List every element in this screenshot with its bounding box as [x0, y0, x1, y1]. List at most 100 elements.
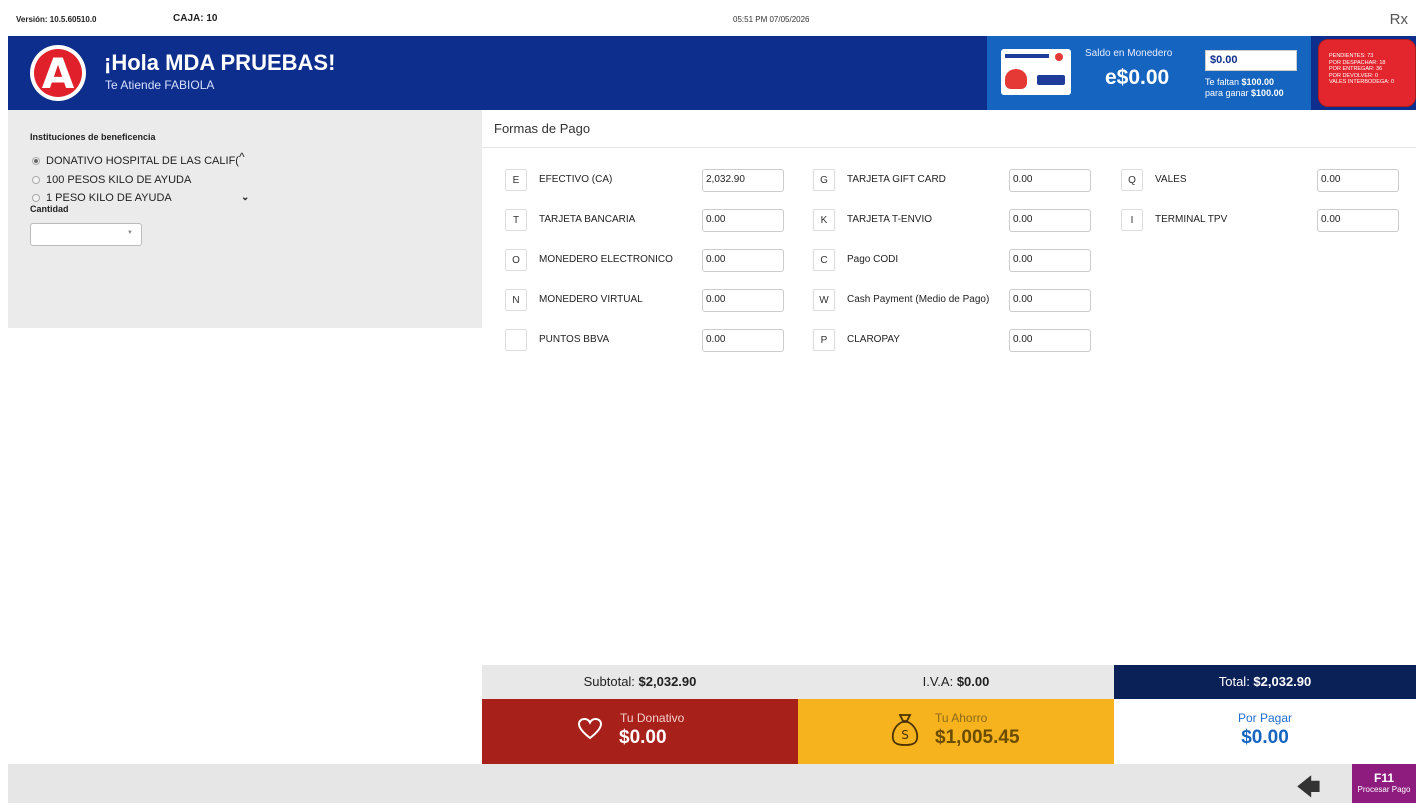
donativo-label: Tu Donativo	[620, 711, 685, 725]
payment-amount-input[interactable]: 0.00	[1009, 169, 1091, 192]
monedero-card-icon	[1001, 49, 1071, 95]
footer-bar: 🡄 F11 Procesar Pago	[8, 764, 1416, 803]
shortcut-key[interactable]: C	[813, 249, 835, 271]
shortcut-key[interactable]: N	[505, 289, 527, 311]
f11-key-label: F11	[1373, 771, 1394, 785]
saldo-value: e$0.00	[1105, 66, 1170, 89]
ahorro-label: Tu Ahorro	[935, 711, 988, 725]
saldo-label: Saldo en Monedero	[1085, 48, 1173, 59]
heart-icon	[577, 717, 603, 740]
beneficencia-option[interactable]: 1 PESO KILO DE AYUDA	[32, 192, 172, 204]
payment-method-row: PUNTOS BBVA 0.00	[505, 329, 785, 353]
payment-amount-input[interactable]: 0.00	[1009, 289, 1091, 312]
payment-method-label: MONEDERO ELECTRONICO	[539, 254, 673, 265]
dropdown-arrow-icon: ▼	[127, 230, 133, 236]
por-pagar-block: Por Pagar $0.00	[1114, 699, 1416, 764]
payment-method-label: TARJETA GIFT CARD	[847, 174, 946, 185]
payment-amount-input[interactable]: 0.00	[702, 329, 784, 352]
payment-method-label: TERMINAL TPV	[1155, 214, 1228, 225]
payment-method-label: Pago CODI	[847, 254, 899, 265]
shortcut-key[interactable]: T	[505, 209, 527, 231]
shortcut-key[interactable]: E	[505, 169, 527, 191]
payment-method-row: C Pago CODI 0.00	[813, 249, 1093, 273]
shortcut-key[interactable]: G	[813, 169, 835, 191]
beneficencia-option[interactable]: DONATIVO HOSPITAL DE LAS CALIF(	[32, 155, 239, 167]
payment-method-label: CLAROPAY	[847, 334, 900, 345]
svg-text:S: S	[901, 728, 909, 742]
monedero-panel: Saldo en Monedero e$0.00 $0.00 Te faltan…	[987, 36, 1311, 110]
brand-logo: A	[30, 45, 86, 101]
ahorro-block: S Tu Ahorro $1,005.45	[798, 699, 1114, 764]
left-empty-area	[8, 328, 482, 764]
faltan-message: Te faltan $100.00 para ganar $100.00	[1205, 77, 1284, 98]
payment-method-label: TARJETA BANCARIA	[539, 214, 636, 225]
shortcut-key[interactable]	[505, 329, 527, 351]
back-arrow-icon[interactable]: 🡄	[1296, 770, 1321, 811]
payment-method-row: O MONEDERO ELECTRONICO 0.00	[505, 249, 785, 273]
shortcut-key[interactable]: P	[813, 329, 835, 351]
header-banner: A ¡Hola MDA PRUEBAS! Te Atiende FABIOLA …	[8, 36, 1416, 110]
pending-orders-badge[interactable]: PENDIENTES: 73 POR DESPACHAR: 18 POR ENT…	[1318, 39, 1416, 107]
subtotal-cell: Subtotal: $2,032.90	[482, 665, 798, 699]
payment-method-label: PUNTOS BBVA	[539, 334, 610, 345]
cantidad-select[interactable]: ▼	[30, 223, 142, 246]
payment-method-label: Cash Payment (Medio de Pago)	[847, 294, 990, 305]
greeting-title: ¡Hola MDA PRUEBAS!	[104, 50, 336, 75]
donativo-block: Tu Donativo $0.00	[482, 699, 798, 764]
payment-amount-input[interactable]: 0.00	[702, 209, 784, 232]
radio-icon[interactable]	[32, 194, 40, 202]
brand-logo-letter: A	[41, 49, 75, 98]
divider	[482, 147, 1416, 148]
formas-pago-title: Formas de Pago	[494, 121, 591, 136]
payment-method-row: P CLAROPAY 0.00	[813, 329, 1093, 353]
subtotal-value: $2,032.90	[638, 674, 697, 689]
payment-amount-input[interactable]: 2,032.90	[702, 169, 784, 192]
chevron-down-icon[interactable]: ⌄	[241, 192, 249, 203]
monedero-amount-input[interactable]: $0.00	[1205, 50, 1297, 71]
iva-value: $0.00	[956, 674, 990, 689]
cantidad-label: Cantidad	[30, 204, 69, 214]
payment-amount-input[interactable]: 0.00	[1009, 329, 1091, 352]
payment-method-row: I TERMINAL TPV 0.00	[1121, 209, 1401, 233]
beneficencia-option[interactable]: 100 PESOS KILO DE AYUDA	[32, 174, 191, 186]
shortcut-key[interactable]: Q	[1121, 169, 1143, 191]
pending-line: VALES INTERBODEGA: 0	[1329, 79, 1395, 85]
total-cell: Total: $2,032.90	[1114, 665, 1416, 699]
payment-amount-input[interactable]: 0.00	[1317, 169, 1399, 192]
payment-amount-input[interactable]: 0.00	[1009, 209, 1091, 232]
payment-method-row: E EFECTIVO (CA) 2,032.90	[505, 169, 785, 193]
shortcut-key[interactable]: O	[505, 249, 527, 271]
por-pagar-label: Por Pagar	[1237, 711, 1293, 725]
shortcut-key[interactable]: W	[813, 289, 835, 311]
shortcut-key[interactable]: K	[813, 209, 835, 231]
total-value: $2,032.90	[1253, 674, 1312, 689]
caja-label: CAJA: 10	[173, 13, 218, 24]
payment-amount-input[interactable]: 0.00	[1317, 209, 1399, 232]
rx-icon[interactable]: Rx	[1390, 11, 1408, 28]
payment-method-label: MONEDERO VIRTUAL	[539, 294, 643, 305]
top-status-bar: Versión: 10.5.60510.0 CAJA: 10 05:51 PM …	[8, 6, 1416, 34]
shortcut-key[interactable]: I	[1121, 209, 1143, 231]
payment-amount-input[interactable]: 0.00	[702, 249, 784, 272]
payment-method-row: N MONEDERO VIRTUAL 0.00	[505, 289, 785, 313]
payment-method-row: Q VALES 0.00	[1121, 169, 1401, 193]
beneficencia-title: Instituciones de beneficencia	[30, 132, 156, 142]
payment-method-row: K TARJETA T-ENVIO 0.00	[813, 209, 1093, 233]
datetime-label: 05:51 PM 07/05/2026	[733, 15, 810, 24]
payment-method-label: EFECTIVO (CA)	[539, 174, 613, 185]
donativo-value: $0.00	[619, 727, 667, 748]
ahorro-value: $1,005.45	[935, 727, 1020, 748]
procesar-pago-label: Procesar Pago	[1357, 785, 1411, 794]
payment-method-label: TARJETA T-ENVIO	[847, 214, 933, 225]
payment-amount-input[interactable]: 0.00	[1009, 249, 1091, 272]
money-bag-icon: S	[891, 714, 919, 746]
payment-method-label: VALES	[1155, 174, 1187, 185]
radio-selected-icon[interactable]	[32, 157, 40, 165]
chevron-up-icon[interactable]: ^	[239, 150, 245, 164]
radio-icon[interactable]	[32, 176, 40, 184]
payment-method-row: T TARJETA BANCARIA 0.00	[505, 209, 785, 233]
procesar-pago-button[interactable]: F11 Procesar Pago	[1352, 764, 1416, 803]
payment-amount-input[interactable]: 0.00	[702, 289, 784, 312]
attendant-label: Te Atiende FABIOLA	[105, 78, 215, 92]
beneficencia-panel: Instituciones de beneficencia DONATIVO H…	[8, 110, 482, 328]
